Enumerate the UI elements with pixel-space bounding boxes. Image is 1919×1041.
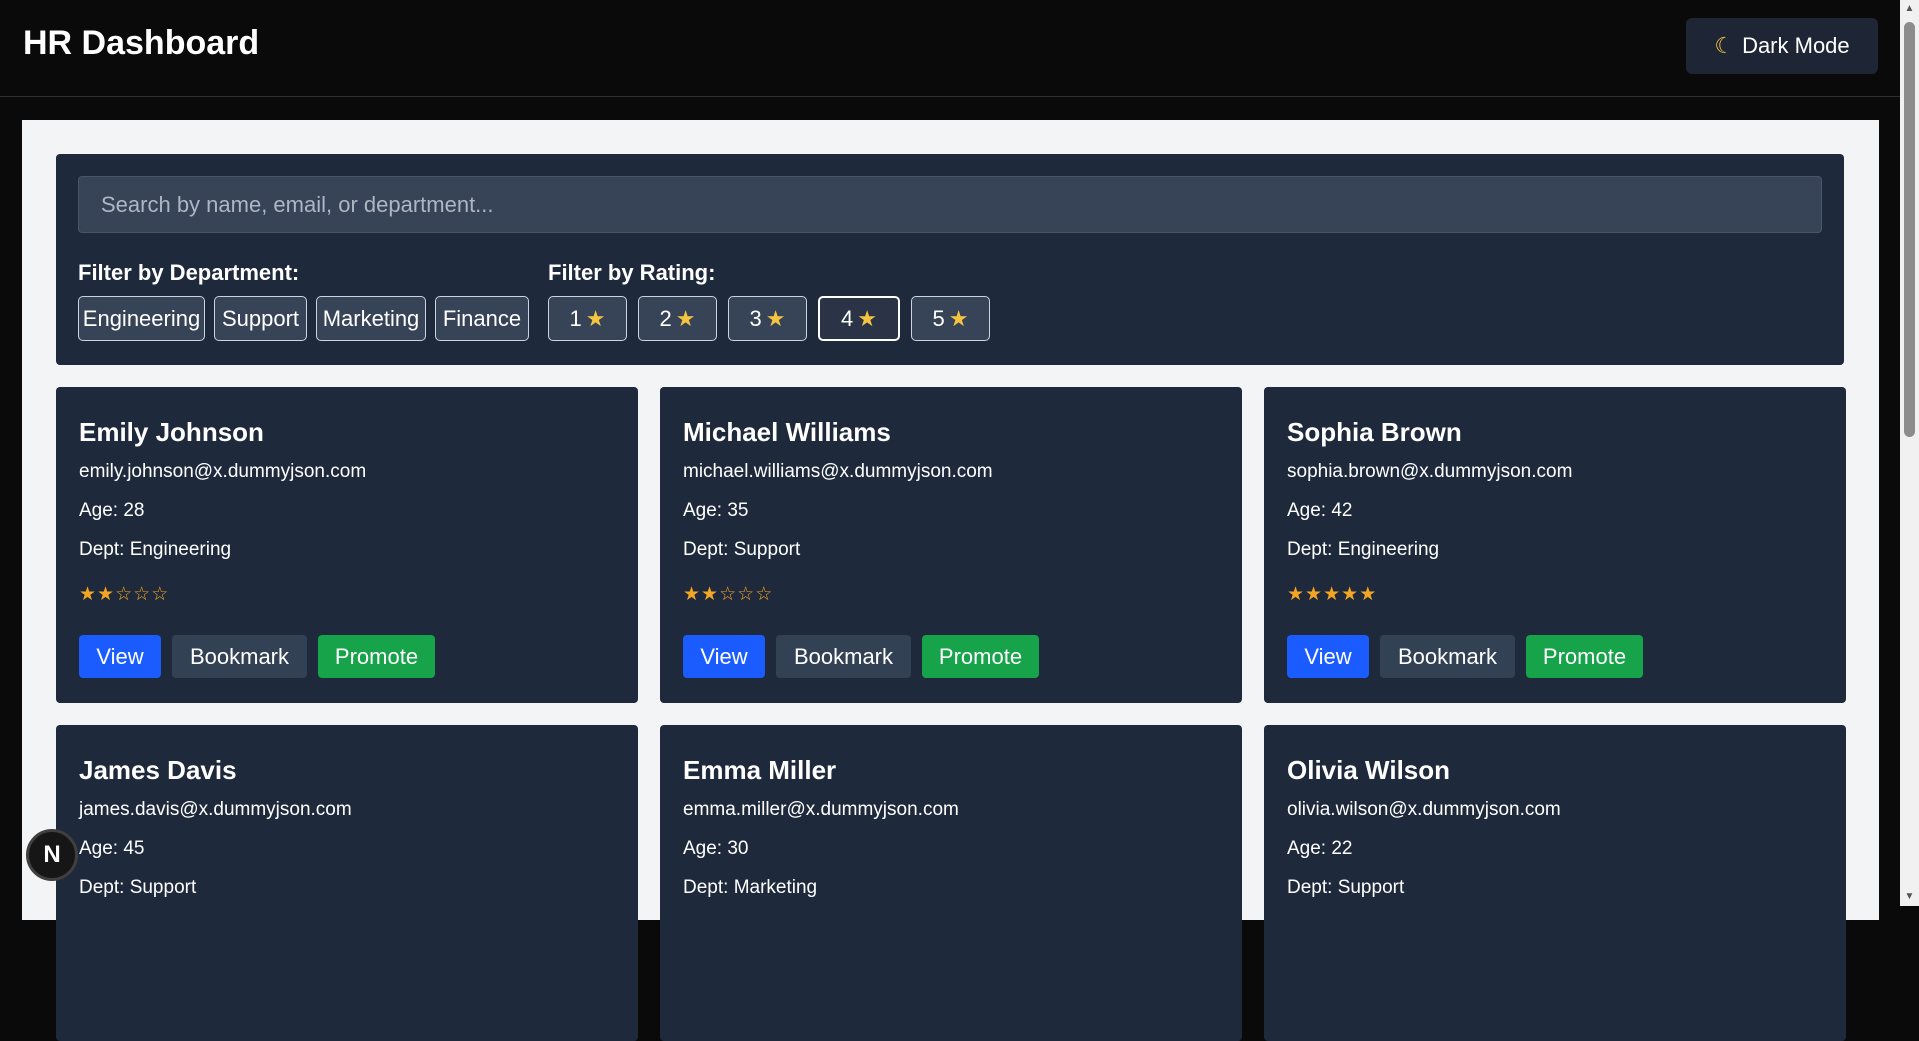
dark-mode-toggle[interactable]: ☾ Dark Mode: [1686, 18, 1878, 74]
star-filled-icon: ★: [1287, 584, 1306, 605]
star-icon: ★: [765, 305, 786, 331]
star-filled-icon: ★: [1305, 584, 1324, 605]
employee-name: Michael Williams: [683, 417, 891, 447]
star-filled-icon: ★: [701, 584, 720, 605]
star-icon: ★: [675, 305, 696, 331]
search-input[interactable]: [78, 176, 1822, 233]
app-header: HR Dashboard ☾ Dark Mode: [0, 0, 1900, 97]
star-empty-icon: ☆: [151, 584, 170, 605]
scrollbar-thumb[interactable]: [1904, 22, 1915, 437]
dev-tools-badge[interactable]: N: [26, 829, 78, 881]
employee-rating: ★ ★ ★ ★ ★: [1287, 583, 1377, 606]
bookmark-button[interactable]: Bookmark: [776, 635, 911, 678]
employee-rating: ★ ★ ☆ ☆ ☆: [683, 583, 773, 606]
rating-chip-2[interactable]: 2 ★: [638, 296, 717, 341]
scroll-up-icon[interactable]: ▲: [1900, 0, 1919, 18]
employee-age: Age: 42: [1287, 500, 1353, 521]
rating-chip-1[interactable]: 1 ★: [548, 296, 627, 341]
department-chip-finance[interactable]: Finance: [435, 296, 529, 341]
star-icon: ★: [948, 305, 969, 331]
employee-dept: Dept: Engineering: [79, 539, 232, 560]
moon-icon: ☾: [1714, 33, 1735, 58]
employee-age: Age: 28: [79, 500, 145, 521]
employee-email: emily.johnson@x.dummyjson.com: [79, 461, 367, 482]
view-button[interactable]: View: [1287, 635, 1369, 678]
employee-dept: Dept: Engineering: [1287, 539, 1440, 560]
star-icon: ★: [857, 305, 877, 331]
star-empty-icon: ☆: [719, 584, 738, 605]
promote-button[interactable]: Promote: [1526, 635, 1643, 678]
dark-mode-label: Dark Mode: [1742, 33, 1850, 58]
employee-dept: Dept: Support: [79, 877, 197, 898]
star-filled-icon: ★: [1359, 584, 1378, 605]
promote-button[interactable]: Promote: [318, 635, 435, 678]
employee-email: sophia.brown@x.dummyjson.com: [1287, 461, 1573, 482]
view-button[interactable]: View: [683, 635, 765, 678]
rating-chip-label: 3: [749, 305, 762, 331]
employee-age: Age: 30: [683, 838, 749, 859]
employee-card: Emily Johnson emily.johnson@x.dummyjson.…: [56, 387, 638, 703]
employee-age: Age: 35: [683, 500, 749, 521]
star-icon: ★: [585, 305, 606, 331]
rating-chip-label: 5: [932, 305, 945, 331]
employee-age: Age: 22: [1287, 838, 1353, 859]
department-chip-support[interactable]: Support: [214, 296, 307, 341]
department-chip-engineering[interactable]: Engineering: [78, 296, 205, 341]
employee-card: Sophia Brown sophia.brown@x.dummyjson.co…: [1264, 387, 1846, 703]
employee-dept: Dept: Marketing: [683, 877, 818, 898]
star-empty-icon: ☆: [133, 584, 152, 605]
scroll-down-icon[interactable]: ▼: [1900, 888, 1919, 906]
employee-card: Olivia Wilson olivia.wilson@x.dummyjson.…: [1264, 725, 1846, 1041]
star-empty-icon: ☆: [115, 584, 134, 605]
view-button[interactable]: View: [79, 635, 161, 678]
employee-age: Age: 45: [79, 838, 145, 859]
employee-card: Emma Miller emma.miller@x.dummyjson.com …: [660, 725, 1242, 1041]
employee-rating: ★ ★ ☆ ☆ ☆: [79, 583, 169, 606]
star-filled-icon: ★: [79, 584, 98, 605]
star-empty-icon: ☆: [737, 584, 756, 605]
star-filled-icon: ★: [683, 584, 702, 605]
bookmark-button[interactable]: Bookmark: [172, 635, 307, 678]
bookmark-button[interactable]: Bookmark: [1380, 635, 1515, 678]
employee-name: James Davis: [79, 755, 237, 785]
department-chip-marketing[interactable]: Marketing: [316, 296, 426, 341]
main-content: Filter by Department: Engineering Suppor…: [22, 120, 1879, 1041]
rating-chip-label: 2: [659, 305, 672, 331]
employee-dept: Dept: Support: [1287, 877, 1405, 898]
rating-filter-label: Filter by Rating:: [548, 260, 716, 285]
app-title: HR Dashboard: [23, 24, 260, 62]
employee-email: michael.williams@x.dummyjson.com: [683, 461, 993, 482]
rating-chip-5[interactable]: 5 ★: [911, 296, 990, 341]
employee-card: Michael Williams michael.williams@x.dumm…: [660, 387, 1242, 703]
employee-dept: Dept: Support: [683, 539, 801, 560]
employee-name: Emily Johnson: [79, 417, 264, 447]
employee-email: james.davis@x.dummyjson.com: [79, 799, 352, 820]
employee-name: Emma Miller: [683, 755, 837, 785]
employee-name: Sophia Brown: [1287, 417, 1462, 447]
department-filter-label: Filter by Department:: [78, 260, 300, 285]
rating-chip-label: 1: [569, 305, 582, 331]
rating-chip-4[interactable]: 4 ★: [818, 296, 900, 341]
employee-name: Olivia Wilson: [1287, 755, 1451, 785]
star-empty-icon: ☆: [755, 584, 774, 605]
star-filled-icon: ★: [1341, 584, 1360, 605]
filter-panel: Filter by Department: Engineering Suppor…: [56, 154, 1844, 365]
rating-chip-3[interactable]: 3 ★: [728, 296, 807, 341]
employee-email: olivia.wilson@x.dummyjson.com: [1287, 799, 1561, 820]
rating-chip-label: 4: [841, 305, 854, 331]
employee-card: James Davis james.davis@x.dummyjson.com …: [56, 725, 638, 1041]
star-filled-icon: ★: [97, 584, 116, 605]
promote-button[interactable]: Promote: [922, 635, 1039, 678]
star-filled-icon: ★: [1323, 584, 1342, 605]
vertical-scrollbar[interactable]: ▲ ▼: [1900, 0, 1919, 906]
employee-email: emma.miller@x.dummyjson.com: [683, 799, 959, 820]
